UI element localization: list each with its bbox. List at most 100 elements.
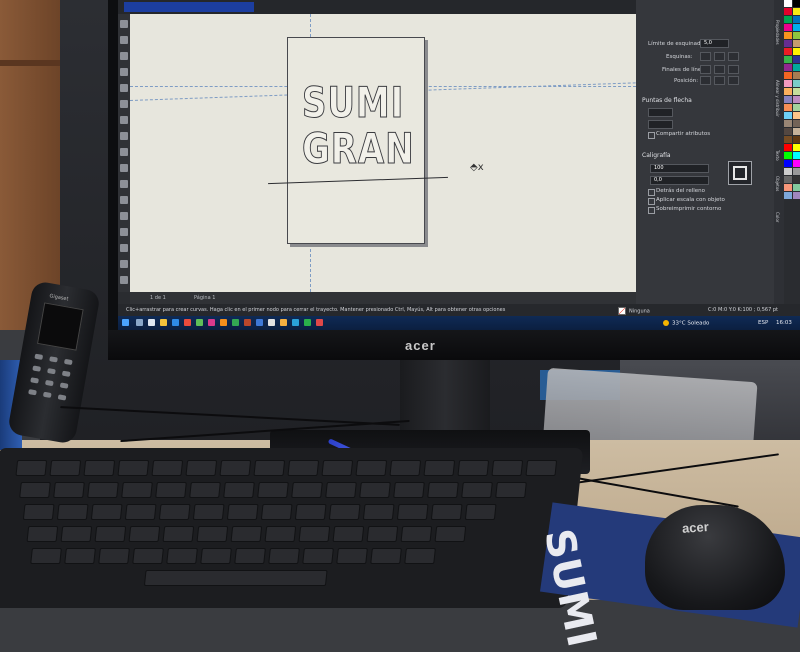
palette-swatch[interactable] [793,136,800,143]
start-icon[interactable] [122,319,129,326]
palette-swatch[interactable] [793,88,800,95]
keyboard-key[interactable] [525,460,557,476]
phone-key[interactable] [43,392,52,398]
keyboard-key[interactable] [193,504,225,520]
app-icon-red[interactable] [244,319,251,326]
palette-swatch[interactable] [793,168,800,175]
keyboard-key[interactable] [234,548,266,564]
keyboard-key[interactable] [336,548,368,564]
language-indicator[interactable]: ESP [758,320,768,326]
palette-swatch[interactable] [784,192,792,199]
palette-swatch[interactable] [784,176,792,183]
palette-swatch[interactable] [793,72,800,79]
palette-swatch[interactable] [784,96,792,103]
cap-round-icon[interactable] [714,65,725,74]
keyboard-key[interactable] [329,504,361,520]
keyboard-key[interactable] [87,482,119,498]
palette-swatch[interactable] [793,152,800,159]
app-icon-cyan[interactable] [292,319,299,326]
palette-swatch[interactable] [784,80,792,87]
keyboard-key[interactable] [435,526,467,542]
keyboard-key[interactable] [227,504,259,520]
transparency-tool-icon[interactable] [120,228,128,236]
rectangle-tool-icon[interactable] [120,116,128,124]
keyboard-key[interactable] [355,460,387,476]
phone-key[interactable] [34,354,43,360]
keyboard-key[interactable] [291,482,323,498]
palette-swatch[interactable] [784,184,792,191]
palette-swatch[interactable] [784,152,792,159]
palette-swatch[interactable] [793,8,800,15]
docker-tab-color[interactable]: Color [775,212,780,222]
position-inside-icon[interactable] [728,76,739,85]
keyboard-key[interactable] [257,482,289,498]
keyboard-key[interactable] [465,504,497,520]
keyboard-key[interactable] [367,526,399,542]
palette-swatch[interactable] [793,0,800,7]
behind-fill-checkbox[interactable] [648,189,655,196]
palette-swatch[interactable] [793,80,800,87]
palette-swatch[interactable] [784,32,792,39]
keyboard-key[interactable] [363,504,395,520]
keyboard-key[interactable] [27,526,59,542]
palette-swatch[interactable] [793,16,800,23]
page-counter[interactable]: 1 de 1 [150,295,166,301]
pick-tool-icon[interactable] [120,20,128,28]
page-tab[interactable]: Página 1 [194,295,215,301]
keyboard-key[interactable] [197,526,229,542]
keyboard-key[interactable] [457,460,489,476]
keyboard-key[interactable] [57,504,89,520]
chrome-icon[interactable] [184,319,191,326]
palette-swatch[interactable] [793,184,800,191]
keyboard-key[interactable] [333,526,365,542]
app-icon-pink[interactable] [208,319,215,326]
stretch-field[interactable]: 100 [650,164,709,173]
palette-swatch[interactable] [793,128,800,135]
cap-butt-icon[interactable] [700,65,711,74]
keyboard-key[interactable] [253,460,285,476]
keyboard-key[interactable] [64,548,96,564]
phone-key[interactable] [62,371,71,377]
position-center-icon[interactable] [714,76,725,85]
keyboard-key[interactable] [325,482,357,498]
polygon-tool-icon[interactable] [120,148,128,156]
artwork-text-line-1[interactable]: SUMI [302,82,404,124]
keyboard-key[interactable] [159,504,191,520]
keyboard-key[interactable] [15,460,47,476]
artistic-media-tool-icon[interactable] [120,100,128,108]
text-tool-icon[interactable] [120,164,128,172]
keyboard-key[interactable] [125,504,157,520]
palette-swatch[interactable] [784,104,792,111]
keyboard-key[interactable] [393,482,425,498]
keyboard-key[interactable] [431,504,463,520]
corner-round-icon[interactable] [714,52,725,61]
keyboard-key[interactable] [61,526,93,542]
cap-square-icon[interactable] [728,65,739,74]
start-arrowhead-select[interactable] [648,108,673,117]
share-attrs-checkbox[interactable] [648,132,655,139]
keyboard-key[interactable] [30,548,62,564]
palette-swatch[interactable] [784,128,792,135]
phone-key[interactable] [30,377,39,383]
phone-key[interactable] [64,359,73,365]
palette-swatch[interactable] [784,24,792,31]
coreldraw-icon[interactable] [232,319,239,326]
keyboard-key[interactable] [23,504,55,520]
palette-swatch[interactable] [793,64,800,71]
corner-bevel-icon[interactable] [728,52,739,61]
artwork-text-line-2[interactable]: GRAN [302,128,414,170]
palette-swatch[interactable] [793,40,800,47]
palette-swatch[interactable] [793,32,800,39]
keyboard-key[interactable] [166,548,198,564]
weather-widget[interactable]: 33°C Soleado [663,320,709,327]
keyboard-key[interactable] [359,482,391,498]
app-icon-white[interactable] [268,319,275,326]
palette-swatch[interactable] [784,64,792,71]
keyboard-key[interactable] [117,460,149,476]
keyboard-key[interactable] [427,482,459,498]
angle-field[interactable]: 0,0 [650,176,709,185]
end-arrowhead-select[interactable] [648,120,673,129]
palette-swatch[interactable] [784,144,792,151]
palette-swatch[interactable] [793,56,800,63]
keyboard-key[interactable] [401,526,433,542]
